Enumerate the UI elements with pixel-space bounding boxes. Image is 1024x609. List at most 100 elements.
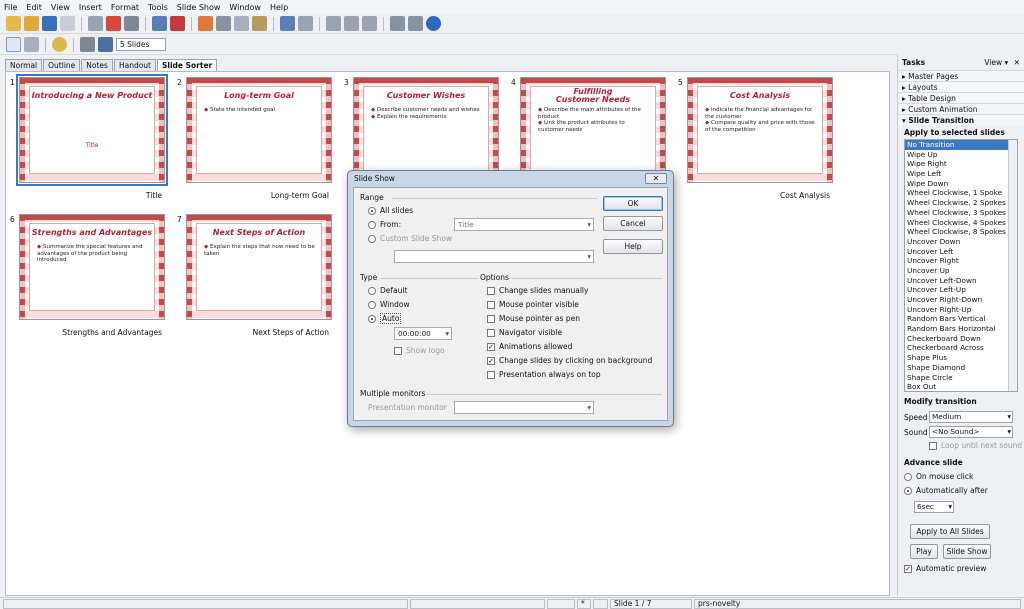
advance-time-spinner[interactable]: 6sec: [914, 501, 954, 513]
navigator-visible-checkbox[interactable]: [487, 329, 495, 337]
copy-icon[interactable]: [216, 16, 231, 31]
slide-thumbnail[interactable]: Introducing a New Product Title: [16, 74, 168, 186]
spellcheck-icon[interactable]: [152, 16, 167, 31]
slides-per-row-icon[interactable]: [80, 37, 95, 52]
menu-tools[interactable]: Tools: [148, 3, 168, 12]
animations-allowed-checkbox[interactable]: ✓: [487, 343, 495, 351]
change-slides-manually-checkbox[interactable]: [487, 287, 495, 295]
slide-transition-icon[interactable]: [98, 37, 113, 52]
undo-icon[interactable]: [280, 16, 295, 31]
transition-item[interactable]: Shape Plus: [905, 353, 1017, 363]
cancel-button[interactable]: Cancel: [603, 216, 663, 231]
play-button[interactable]: Play: [910, 544, 938, 559]
slide-thumbnail[interactable]: Customer Wishes Describe customer needs …: [353, 77, 499, 183]
automatic-preview-checkbox[interactable]: ✓: [904, 564, 912, 573]
menu-format[interactable]: Format: [111, 3, 139, 12]
select-icon[interactable]: [6, 37, 21, 52]
transition-item[interactable]: Uncover Up: [905, 266, 1017, 276]
from-radio[interactable]: [368, 221, 376, 229]
view-menu[interactable]: View: [984, 58, 1002, 67]
pointer-visible-checkbox[interactable]: [487, 301, 495, 309]
transition-item[interactable]: Wipe Up: [905, 150, 1017, 160]
zoom-icon[interactable]: [408, 16, 423, 31]
paste-icon[interactable]: [234, 16, 249, 31]
transition-item[interactable]: Wipe Down: [905, 179, 1017, 189]
menu-help[interactable]: Help: [270, 3, 288, 12]
tab-handout[interactable]: Handout: [113, 59, 156, 71]
apply-to-all-button[interactable]: Apply to All Slides: [910, 524, 990, 539]
menu-slide-show[interactable]: Slide Show: [177, 3, 221, 12]
always-on-top-checkbox[interactable]: [487, 371, 495, 379]
table-icon[interactable]: [344, 16, 359, 31]
transition-item[interactable]: Uncover Right-Up: [905, 305, 1017, 315]
slide-thumbnail[interactable]: Strengths and Advantages Summarize the s…: [19, 214, 165, 320]
menu-edit[interactable]: Edit: [26, 3, 42, 12]
transition-item[interactable]: Wheel Clockwise, 4 Spokes: [905, 218, 1017, 228]
zoom-pan-icon[interactable]: [24, 37, 39, 52]
transition-list[interactable]: No Transition Wipe Up Wipe Right Wipe Left W…: [904, 139, 1018, 392]
save-icon[interactable]: [42, 16, 57, 31]
menu-file[interactable]: File: [4, 3, 17, 12]
menu-view[interactable]: View: [51, 3, 70, 12]
transition-item[interactable]: Wheel Clockwise, 1 Spoke: [905, 188, 1017, 198]
open-icon[interactable]: [24, 16, 39, 31]
close-icon[interactable]: ✕: [645, 173, 667, 184]
slide-show-button[interactable]: Slide Show: [943, 544, 991, 559]
transition-item[interactable]: Uncover Left: [905, 247, 1017, 257]
transition-item[interactable]: Wheel Clockwise, 8 Spokes: [905, 227, 1017, 237]
menu-window[interactable]: Window: [229, 3, 261, 12]
transition-item[interactable]: Random Bars Vertical: [905, 314, 1017, 324]
slide-thumbnail[interactable]: Cost Analysis Indicate the financial adv…: [687, 77, 833, 183]
clone-format-icon[interactable]: [252, 16, 267, 31]
transition-item[interactable]: Wipe Left: [905, 169, 1017, 179]
slide-thumbnail[interactable]: Next Steps of Action Explain the steps t…: [186, 214, 332, 320]
custom-slide-show-radio[interactable]: [368, 235, 376, 243]
transition-item[interactable]: No Transition: [905, 140, 1017, 150]
loop-checkbox[interactable]: [929, 441, 937, 450]
pointer-as-pen-checkbox[interactable]: [487, 315, 495, 323]
email-icon[interactable]: [60, 16, 75, 31]
export-pdf-icon[interactable]: [106, 16, 121, 31]
from-slide-select[interactable]: Title: [454, 218, 594, 231]
section-master-pages[interactable]: ▸ Master Pages: [898, 70, 1024, 81]
transition-item[interactable]: Checkerboard Across: [905, 343, 1017, 353]
transition-item[interactable]: Uncover Right-Down: [905, 295, 1017, 305]
navigator-icon[interactable]: [390, 16, 405, 31]
automatically-after-radio[interactable]: [904, 486, 912, 495]
new-icon[interactable]: [6, 16, 21, 31]
transition-item[interactable]: Wipe Right: [905, 159, 1017, 169]
chart-icon[interactable]: [326, 16, 341, 31]
transition-item[interactable]: Wheel Clockwise, 2 Spokes: [905, 198, 1017, 208]
click-background-checkbox[interactable]: ✓: [487, 357, 495, 365]
slide-thumbnail[interactable]: Fulfilling Customer Needs Describe the m…: [520, 77, 666, 183]
transition-item[interactable]: Shape Diamond: [905, 363, 1017, 373]
edit-file-icon[interactable]: [88, 16, 103, 31]
section-custom-animation[interactable]: ▸ Custom Animation: [898, 103, 1024, 114]
slides-per-row-select[interactable]: 5 Slides: [116, 38, 166, 51]
slide-thumbnail[interactable]: Long-term Goal State the intended goal: [186, 77, 332, 183]
transition-item[interactable]: Box Out: [905, 382, 1017, 391]
transition-item[interactable]: Uncover Left-Down: [905, 276, 1017, 286]
section-layouts[interactable]: ▸ Layouts: [898, 81, 1024, 92]
transition-item[interactable]: Uncover Left-Up: [905, 285, 1017, 295]
display-grid-icon[interactable]: [362, 16, 377, 31]
type-default-radio[interactable]: [368, 287, 376, 295]
close-icon[interactable]: ✕: [1014, 58, 1020, 67]
type-window-radio[interactable]: [368, 301, 376, 309]
transition-item[interactable]: Uncover Down: [905, 237, 1017, 247]
all-slides-radio[interactable]: [368, 207, 376, 215]
on-mouse-click-radio[interactable]: [904, 472, 912, 481]
tab-normal[interactable]: Normal: [5, 59, 43, 71]
transition-item[interactable]: Random Bars Horizontal: [905, 324, 1017, 334]
transition-item[interactable]: Uncover Right: [905, 256, 1017, 266]
presentation-monitor-select[interactable]: [454, 401, 594, 414]
custom-slide-show-select[interactable]: [394, 250, 594, 263]
autospell-icon[interactable]: [170, 16, 185, 31]
auto-pause-time[interactable]: 00:00:00: [394, 327, 452, 340]
tab-slide-sorter[interactable]: Slide Sorter: [157, 59, 218, 71]
speed-select[interactable]: Medium: [929, 411, 1013, 423]
tab-outline[interactable]: Outline: [43, 59, 81, 71]
transition-item[interactable]: Wheel Clockwise, 3 Spokes: [905, 208, 1017, 218]
show-logo-checkbox[interactable]: [394, 347, 402, 355]
ok-button[interactable]: OK: [603, 196, 663, 211]
